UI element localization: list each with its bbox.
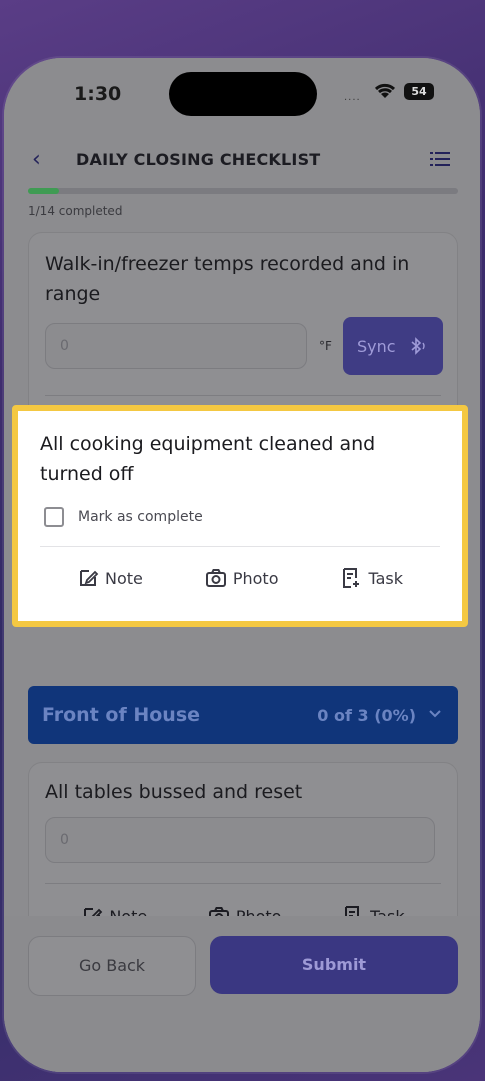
progress-text: 1/14 completed — [28, 204, 123, 218]
task-icon — [343, 568, 360, 588]
bluetooth-icon — [411, 337, 425, 355]
photo-label: Photo — [232, 568, 279, 588]
dynamic-island — [169, 72, 317, 116]
card-title: All cooking equipment cleaned and turned… — [40, 433, 376, 485]
battery-icon: 54 — [404, 83, 434, 100]
task-label: Task — [368, 568, 403, 588]
card-divider — [45, 395, 441, 396]
unit-label: °F — [319, 339, 332, 353]
list-icon[interactable] — [430, 151, 450, 167]
photo-button[interactable]: Photo — [205, 563, 279, 593]
checklist-card-tables: All tables bussed and reset 0 Note Photo… — [28, 762, 458, 932]
go-back-button[interactable]: Go Back — [28, 936, 196, 996]
temperature-input[interactable]: 0 — [45, 323, 307, 369]
card-title: All tables bussed and reset — [45, 781, 303, 803]
progress-bar — [28, 188, 458, 194]
mark-complete-row[interactable]: Mark as complete — [44, 507, 203, 527]
note-button[interactable]: Note — [77, 563, 143, 593]
sync-button[interactable]: Sync — [343, 317, 443, 375]
status-bar: 1:30 .... 54 — [4, 58, 480, 128]
task-button[interactable]: Task — [340, 563, 403, 593]
section-title: Front of House — [42, 704, 201, 726]
sync-label: Sync — [357, 336, 396, 356]
checklist-card-cooking: All cooking equipment cleaned and turned… — [24, 417, 456, 615]
section-count: 0 of 3 (0%) — [317, 706, 416, 725]
page-title: DAILY CLOSING CHECKLIST — [76, 150, 321, 169]
card-title: Walk-in/freezer temps recorded and in ra… — [45, 253, 410, 305]
bottom-bar: Go Back Submit — [4, 916, 480, 1072]
mark-complete-label: Mark as complete — [78, 509, 203, 525]
chevron-down-icon — [429, 710, 441, 718]
progress-fill — [28, 188, 59, 194]
tables-input[interactable]: 0 — [45, 817, 435, 863]
card-divider — [40, 546, 440, 547]
signal-icon: .... — [344, 92, 361, 103]
card-divider — [45, 883, 441, 884]
card-actions: Note Photo Task — [24, 563, 456, 593]
back-chevron-icon[interactable]: ‹ — [32, 147, 41, 172]
highlighted-card-cooking: All cooking equipment cleaned and turned… — [12, 405, 468, 627]
mark-complete-checkbox[interactable] — [44, 507, 64, 527]
submit-button[interactable]: Submit — [210, 936, 458, 994]
wifi-icon — [374, 83, 396, 98]
note-label: Note — [104, 568, 143, 588]
status-time: 1:30 — [74, 83, 122, 105]
header: ‹ DAILY CLOSING CHECKLIST — [4, 143, 480, 183]
camera-icon — [205, 569, 226, 587]
section-front-of-house[interactable]: Front of House 0 of 3 (0%) — [28, 686, 458, 744]
note-icon — [79, 570, 99, 586]
